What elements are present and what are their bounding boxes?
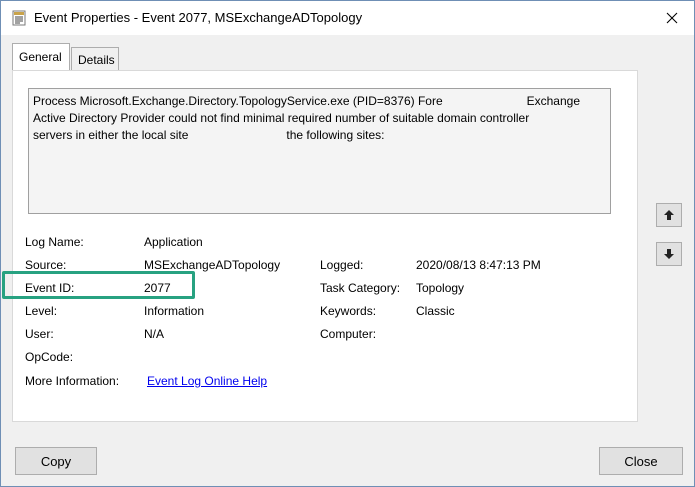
- general-panel: Process Microsoft.Exchange.Directory.Top…: [12, 70, 638, 422]
- level-label: Level:: [25, 304, 58, 318]
- title-bar: Event Properties - Event 2077, MSExchang…: [1, 1, 694, 35]
- close-icon: [666, 12, 678, 24]
- keywords-label: Keywords:: [320, 304, 377, 318]
- keywords-value: Classic: [416, 304, 455, 318]
- description-box[interactable]: Process Microsoft.Exchange.Directory.Top…: [28, 88, 611, 214]
- computer-label: Computer:: [320, 327, 377, 341]
- user-label: User:: [25, 327, 54, 341]
- close-button[interactable]: Close: [599, 447, 683, 475]
- opcode-label: OpCode:: [25, 350, 74, 364]
- arrow-down-icon: [664, 249, 674, 259]
- previous-event-button[interactable]: [656, 203, 682, 227]
- description-text: the following sites:: [286, 128, 385, 142]
- description-text: servers in either the local site: [33, 128, 189, 142]
- tab-general[interactable]: General: [12, 43, 70, 70]
- arrow-up-icon: [664, 210, 674, 220]
- source-label: Source:: [25, 258, 67, 272]
- event-properties-icon: [11, 10, 27, 26]
- window-title: Event Properties - Event 2077, MSExchang…: [34, 10, 363, 25]
- logged-value: 2020/08/13 8:47:13 PM: [416, 258, 541, 272]
- description-text: Process Microsoft.Exchange.Directory.Top…: [33, 94, 443, 108]
- source-value: MSExchangeADTopology: [144, 258, 281, 272]
- logged-label: Logged:: [320, 258, 364, 272]
- task-category-value: Topology: [416, 281, 465, 295]
- description-text: Active Directory Provider could not find…: [33, 111, 530, 125]
- more-information-label: More Information:: [25, 374, 120, 388]
- user-value: N/A: [144, 327, 165, 341]
- description-line: Process Microsoft.Exchange.Directory.Top…: [33, 93, 606, 110]
- event-log-online-help-link[interactable]: Event Log Online Help: [147, 374, 267, 388]
- description-line: servers in either the local site the foll…: [33, 127, 606, 144]
- log-name-value: Application: [144, 235, 203, 249]
- tab-details[interactable]: Details: [71, 47, 119, 71]
- description-line: Active Directory Provider could not find…: [33, 110, 606, 127]
- next-event-button[interactable]: [656, 242, 682, 266]
- event-properties-window: Event Properties - Event 2077, MSExchang…: [0, 0, 695, 487]
- close-window-button[interactable]: [650, 1, 694, 35]
- copy-button[interactable]: Copy: [15, 447, 97, 475]
- event-id-highlight: [2, 271, 195, 299]
- level-value: Information: [144, 304, 205, 318]
- task-category-label: Task Category:: [320, 281, 401, 295]
- log-name-label: Log Name:: [25, 235, 84, 249]
- description-text: Exchange: [526, 94, 580, 108]
